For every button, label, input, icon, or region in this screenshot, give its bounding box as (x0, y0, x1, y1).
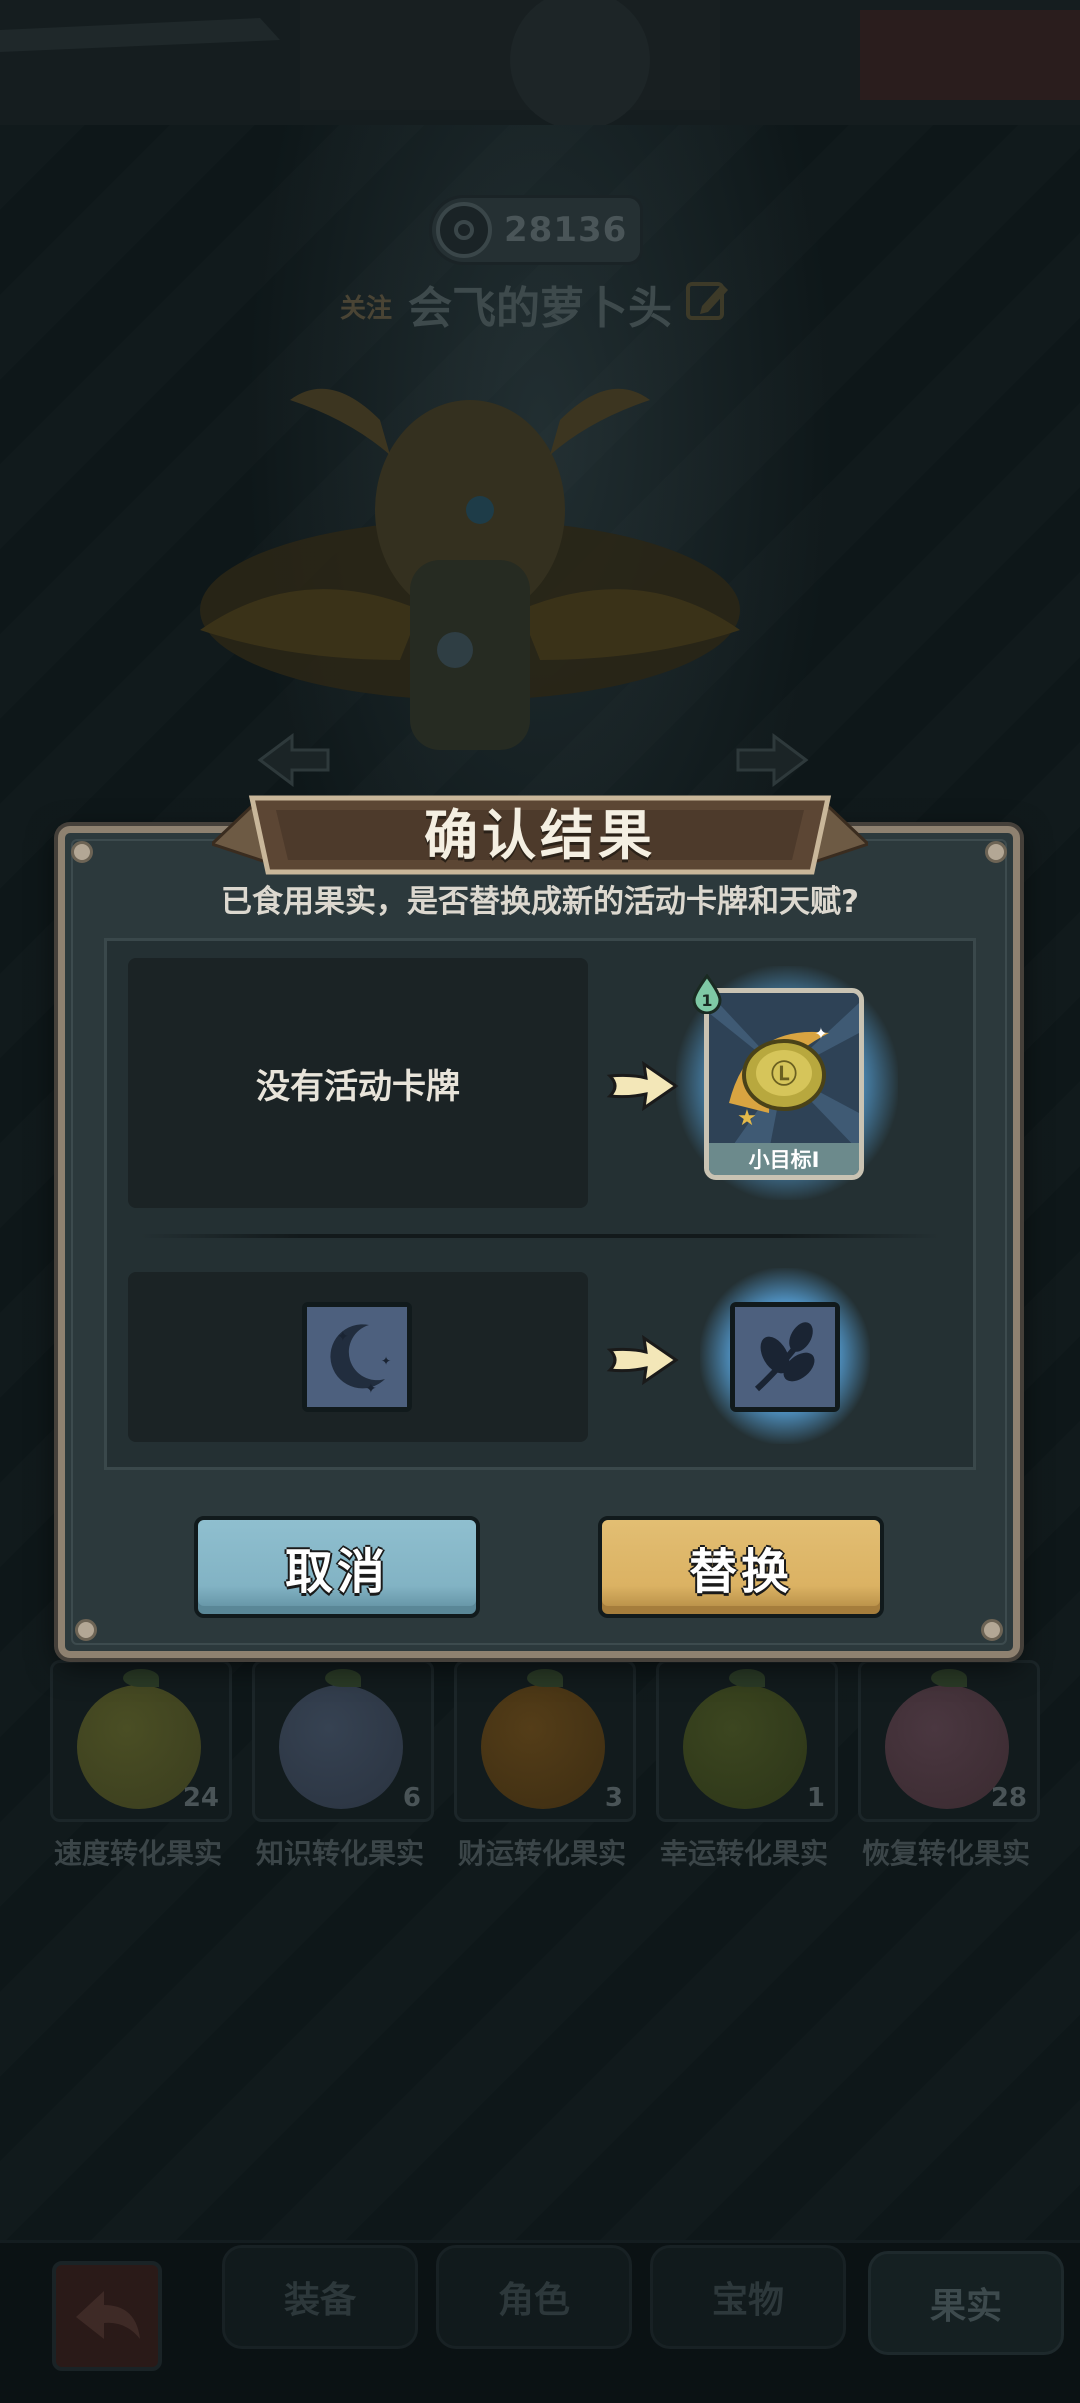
fruit-slot[interactable]: 6 (252, 1660, 434, 1822)
player-name: 会飞的萝卜头 (408, 283, 672, 334)
card-name: 小目标I (709, 1143, 859, 1175)
machinery-decoration (0, 0, 1080, 130)
fruit-slot[interactable]: 24 (50, 1660, 232, 1822)
back-arrow-icon (76, 2291, 140, 2339)
follow-tag[interactable]: 关注 (340, 288, 392, 325)
svg-text:✦: ✦ (337, 1329, 349, 1345)
fruit-label: 知识转化果实 (255, 1837, 424, 1870)
tab-treasure[interactable]: 宝物 (650, 2245, 846, 2349)
svg-text:✦: ✦ (814, 1024, 827, 1043)
bottom-tab-bar: 装备 角色 宝物 果实 (0, 2240, 1080, 2403)
card-level: 1 (701, 991, 712, 1010)
back-button[interactable] (52, 2261, 162, 2371)
level-drop-icon: 1 (692, 974, 722, 1014)
fruit-count: 1 (806, 1783, 825, 1813)
prev-arrow-icon[interactable] (256, 732, 332, 788)
row-divider (140, 1234, 940, 1238)
fruit-count: 6 (402, 1783, 421, 1813)
leaf-icon (527, 1669, 563, 1687)
leaf-icon (729, 1669, 765, 1687)
corner-bolt (71, 841, 93, 863)
right-arrow-icon (606, 1334, 679, 1386)
top-scene-strip (0, 0, 1080, 130)
cancel-button[interactable]: 取消 (194, 1516, 480, 1618)
fruit-luck-icon (683, 1685, 807, 1809)
corner-bolt (981, 1619, 1003, 1641)
fruit-inventory: 24 6 3 1 28 速度转化果实 知识转化果实 财运转化果实 幸运转化果实 … (50, 1660, 1040, 1880)
power-badge: 28136 (432, 198, 640, 262)
fruit-wealth-icon (481, 1685, 605, 1809)
moon-icon: ✦ ✦ ✦ (307, 1307, 407, 1407)
fruit-label: 财运转化果实 (457, 1837, 626, 1870)
new-activity-card[interactable]: Ⓛ ★ ✦ 小目标I (704, 988, 864, 1180)
fruit-slot[interactable]: 28 (858, 1660, 1040, 1822)
fruit-label: 速度转化果实 (53, 1837, 222, 1870)
dialog-title: 确认结果 (424, 803, 656, 867)
coin-target-icon: Ⓛ ★ ✦ (709, 993, 859, 1151)
svg-text:★: ★ (737, 1106, 757, 1131)
fruit-slot[interactable]: 1 (656, 1660, 838, 1822)
leaf-icon (931, 1669, 967, 1687)
leaf-sprig-icon (735, 1307, 835, 1407)
fruit-slot[interactable]: 3 (454, 1660, 636, 1822)
svg-text:✦: ✦ (381, 1354, 391, 1368)
corner-bolt (985, 841, 1007, 863)
tab-equipment[interactable]: 装备 (222, 2245, 418, 2349)
fruit-knowledge-icon (279, 1685, 403, 1809)
fruit-label: 幸运转化果实 (659, 1837, 828, 1870)
right-arrow-icon (606, 1060, 679, 1112)
replace-button[interactable]: 替换 (598, 1516, 884, 1618)
tab-fruit[interactable]: 果实 (868, 2251, 1064, 2355)
no-activity-card-text: 没有活动卡牌 (256, 1066, 460, 1107)
corner-bolt (75, 1619, 97, 1641)
fruit-count: 28 (990, 1783, 1027, 1813)
tab-character[interactable]: 角色 (436, 2245, 632, 2349)
crosshair-icon (436, 202, 492, 258)
svg-text:Ⓛ: Ⓛ (771, 1059, 797, 1090)
current-talent-tile: ✦ ✦ ✦ (302, 1302, 412, 1412)
new-talent-tile[interactable] (730, 1302, 840, 1412)
fruit-count: 3 (604, 1783, 623, 1813)
leaf-icon (325, 1669, 361, 1687)
next-arrow-icon[interactable] (734, 732, 810, 788)
svg-text:✦: ✦ (365, 1381, 377, 1397)
power-value: 28136 (504, 210, 628, 250)
fruit-label: 恢复转化果实 (861, 1837, 1030, 1870)
fruit-count: 24 (182, 1783, 219, 1813)
dialog-subtitle: 已食用果实，是否替换成新的活动卡牌和天赋? (221, 884, 859, 920)
edit-pencil-icon[interactable] (686, 278, 730, 322)
leaf-icon (123, 1669, 159, 1687)
